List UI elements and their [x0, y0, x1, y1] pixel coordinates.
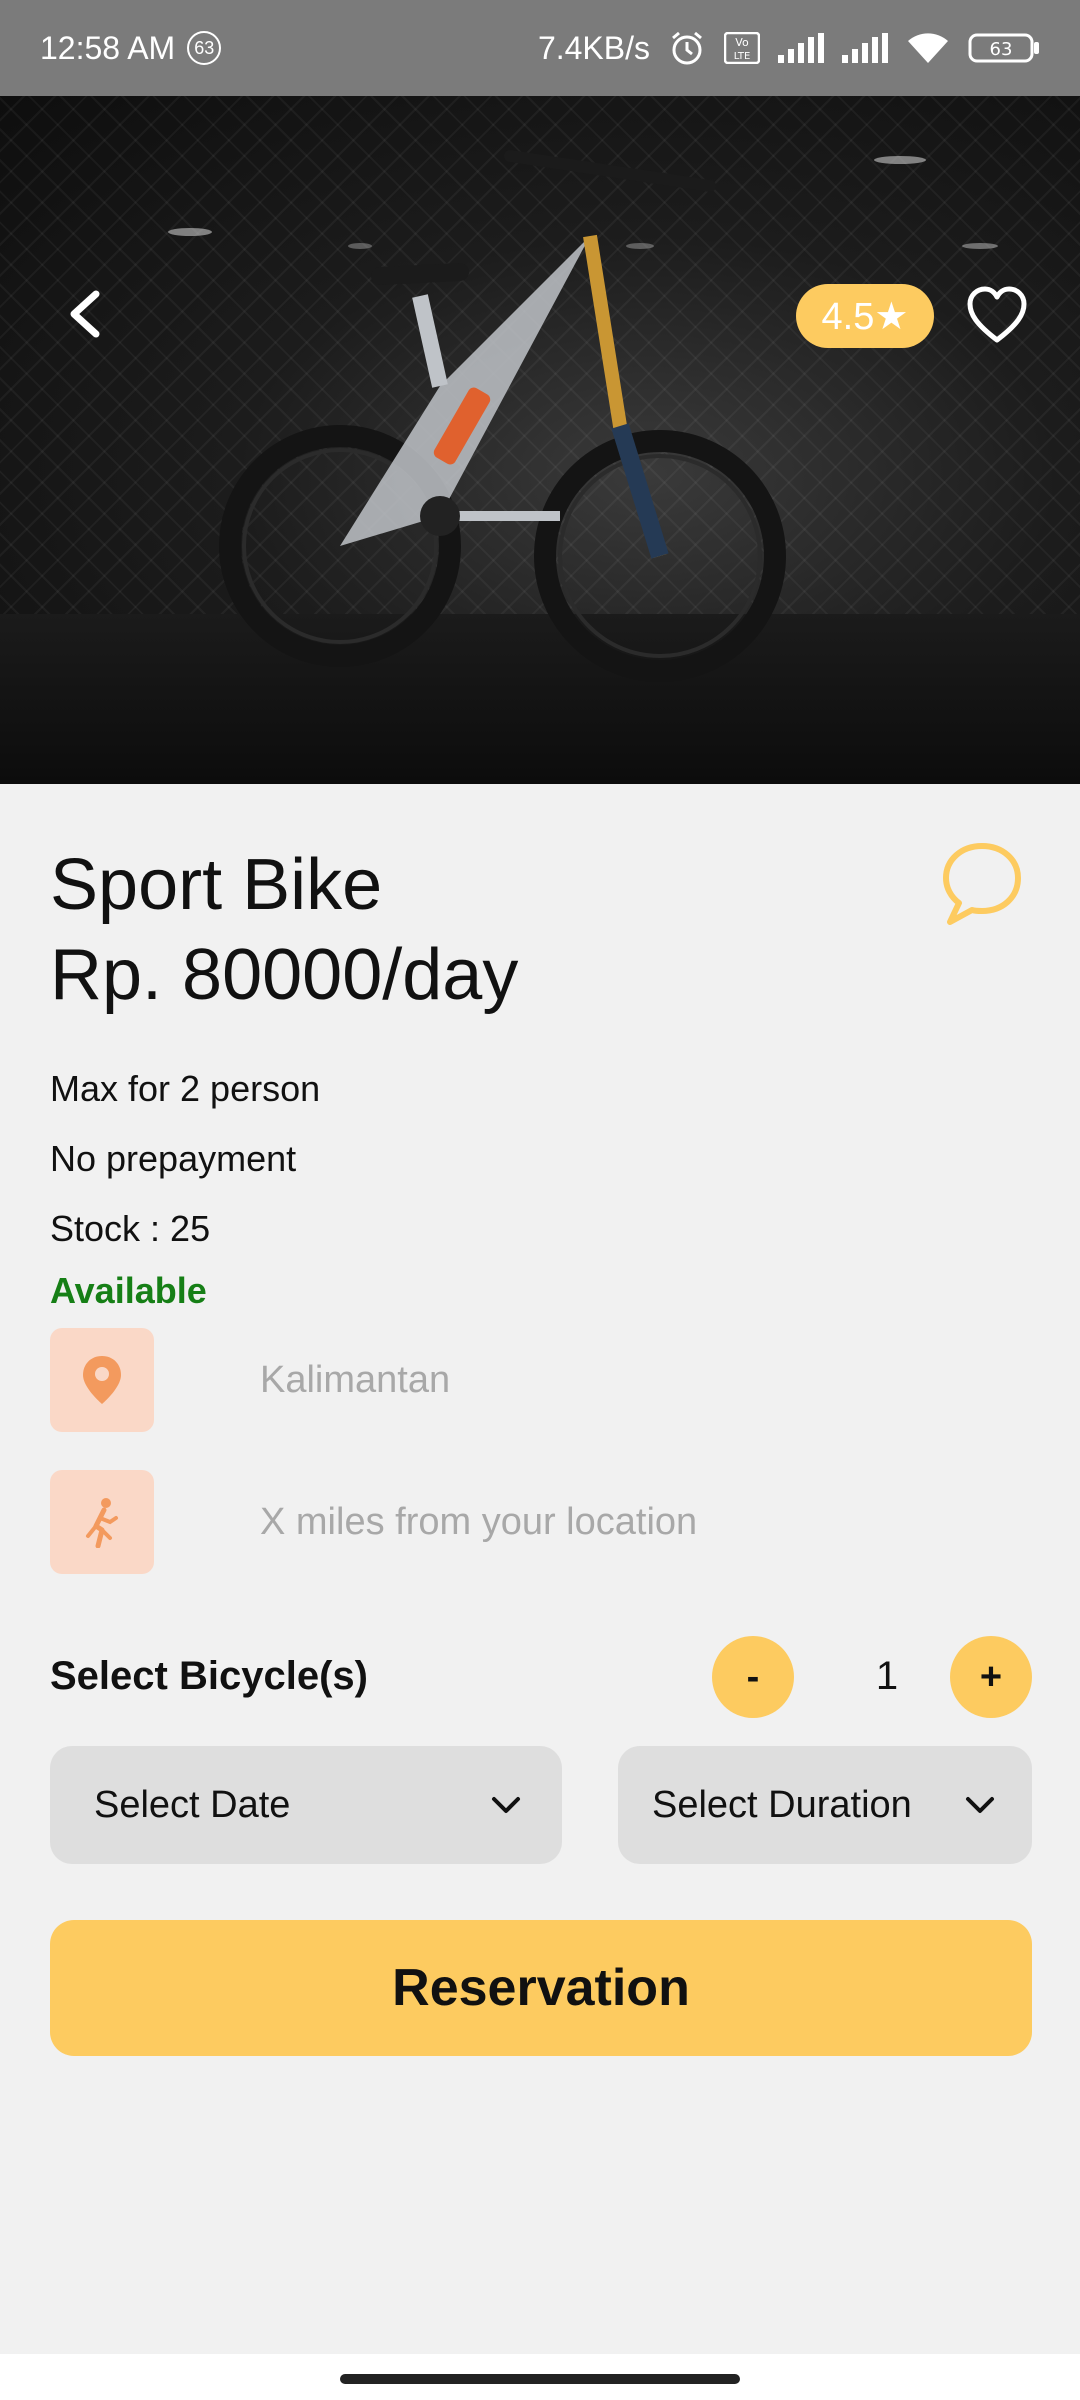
prepayment-text: No prepayment — [50, 1138, 297, 1179]
network-speed: 7.4KB/s — [537, 29, 650, 66]
bicycle-quantity-selector: Select Bicycle(s) - 1 + — [50, 1636, 1032, 1720]
chat-bubble-icon — [943, 843, 1021, 925]
select-duration-dropdown[interactable]: Select Duration — [618, 1746, 1032, 1864]
walking-person-icon — [50, 1470, 154, 1574]
bike-photo: 4.5★ — [0, 96, 1080, 784]
notification-count-badge: 63 — [187, 31, 222, 65]
chevron-left-icon — [70, 290, 100, 338]
alarm-icon — [668, 29, 706, 67]
reservation-button[interactable]: Reservation — [50, 1920, 1032, 2056]
select-duration-label: Select Duration — [652, 1783, 912, 1826]
location-row: Kalimantan — [50, 1328, 450, 1432]
location-text: Kalimantan — [260, 1358, 451, 1401]
chevron-down-icon — [966, 1797, 994, 1813]
select-date-dropdown[interactable]: Select Date — [50, 1746, 562, 1864]
wifi-icon — [906, 31, 950, 65]
bicycle-illustration — [219, 150, 786, 682]
battery-icon: 63 — [968, 31, 1040, 65]
signal-icon-1 — [778, 33, 824, 63]
svg-text:LTE: LTE — [734, 51, 751, 62]
availability-status: Available — [50, 1270, 207, 1311]
increase-quantity-button[interactable]: + — [950, 1636, 1032, 1718]
select-date-label: Select Date — [94, 1783, 291, 1826]
status-bar: 12:58 AM 63 7.4KB/s Vo LTE 63 — [0, 0, 1080, 96]
favorite-button[interactable] — [966, 286, 1028, 344]
stock-text: Stock : 25 — [50, 1208, 211, 1249]
rating-badge: 4.5★ — [796, 284, 934, 348]
svg-text:Vo: Vo — [735, 36, 749, 49]
product-header: Sport Bike Rp. 80000/day — [50, 840, 1030, 1020]
status-time: 12:58 AM — [40, 29, 176, 66]
chat-button[interactable] — [938, 840, 1026, 928]
battery-level: 63 — [990, 39, 1013, 60]
location-pin-icon — [50, 1328, 154, 1432]
distance-row: X miles from your location — [50, 1470, 697, 1574]
heart-icon — [967, 286, 1027, 343]
volte-icon: Vo LTE — [724, 32, 760, 64]
signal-icon-2 — [842, 33, 888, 63]
select-bicycle-label: Select Bicycle(s) — [50, 1654, 368, 1698]
distance-text: X miles from your location — [260, 1500, 698, 1543]
product-title: Sport Bike — [50, 845, 383, 925]
product-price: Rp. 80000/day — [50, 935, 519, 1015]
system-navigation-bar — [0, 2354, 1080, 2400]
back-button[interactable] — [60, 286, 116, 342]
max-person-text: Max for 2 person — [50, 1068, 321, 1109]
chevron-down-icon — [492, 1797, 520, 1813]
decrease-quantity-button[interactable]: - — [712, 1636, 794, 1718]
quantity-value: 1 — [875, 1654, 899, 1698]
rating-value: 4.5★ — [821, 295, 909, 338]
home-gesture-handle[interactable] — [340, 2374, 740, 2384]
bike-detail-screen: 12:58 AM 63 7.4KB/s Vo LTE 63 4.5★ Sport… — [0, 0, 1080, 2400]
